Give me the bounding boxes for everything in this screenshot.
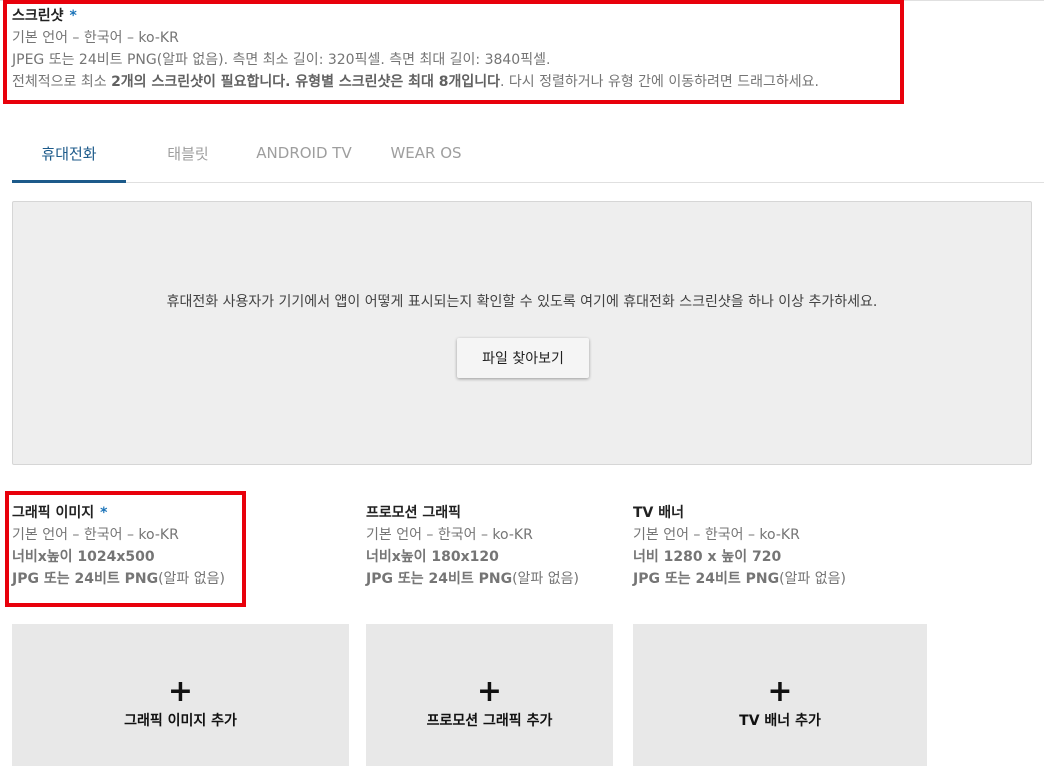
dropzone-message: 휴대전화 사용자가 기기에서 앱이 어떻게 표시되는지 확인할 수 있도록 여기…	[166, 294, 878, 310]
promo-graphic-title: 프로모션 그래픽	[366, 505, 462, 521]
screenshots-title: 스크린샷 *	[12, 5, 77, 25]
add-feature-graphic-label: 그래픽 이미지 추가	[124, 713, 237, 729]
promo-graphic-size: 너비x높이 180x120	[366, 549, 499, 565]
tv-banner-size: 너비 1280 x 높이 720	[633, 549, 782, 565]
add-feature-graphic-tile[interactable]: + 그래픽 이미지 추가	[12, 624, 349, 766]
browse-files-button[interactable]: 파일 찾아보기	[457, 338, 589, 378]
format-suffix: (알파 없음)	[158, 571, 225, 587]
feature-graphic-title: 그래픽 이미지 *	[12, 502, 107, 522]
tab-android-tv[interactable]: ANDROID TV	[242, 124, 366, 182]
format-prefix: JPG 또는	[366, 571, 429, 587]
add-promo-graphic-label: 프로모션 그래픽 추가	[426, 713, 553, 729]
screenshots-title-text: 스크린샷	[12, 8, 64, 24]
feature-graphic-format: JPG 또는 24비트 PNG(알파 없음)	[12, 568, 225, 588]
feature-graphic-size: 너비x높이 1024x500	[12, 549, 155, 565]
tv-banner-format: JPG 또는 24비트 PNG(알파 없음)	[633, 568, 846, 588]
promo-graphic-format: JPG 또는 24비트 PNG(알파 없음)	[366, 568, 579, 588]
plus-icon: +	[476, 674, 503, 709]
format-bold: 24비트 PNG	[695, 571, 780, 587]
top-divider	[0, 0, 1044, 1]
rule-prefix: 전체적으로 최소	[12, 74, 112, 90]
format-suffix: (알파 없음)	[779, 571, 846, 587]
add-tv-banner-label: TV 배너 추가	[739, 713, 821, 729]
format-suffix: (알파 없음)	[512, 571, 579, 587]
plus-icon: +	[167, 674, 194, 709]
format-prefix: JPG 또는	[633, 571, 696, 587]
screenshots-format-requirements: JPEG 또는 24비트 PNG(알파 없음). 측면 최소 길이: 320픽셀…	[12, 52, 551, 68]
screenshots-language: 기본 언어 – 한국어 – ko-KR	[12, 30, 179, 46]
promo-graphic-language: 기본 언어 – 한국어 – ko-KR	[366, 527, 533, 543]
add-tv-banner-tile[interactable]: + TV 배너 추가	[633, 624, 927, 766]
plus-icon: +	[767, 674, 793, 709]
rule-bold: 2개의 스크린샷이 필요합니다. 유형별 스크린샷은 최대 8개입니다	[111, 74, 500, 90]
tab-wear-os[interactable]: WEAR OS	[380, 124, 472, 182]
screenshots-count-rule: 전체적으로 최소 2개의 스크린샷이 필요합니다. 유형별 스크린샷은 최대 8…	[12, 71, 819, 91]
tab-tablet[interactable]: 태블릿	[138, 124, 238, 182]
feature-graphic-language: 기본 언어 – 한국어 – ko-KR	[12, 527, 179, 543]
format-bold: 24비트 PNG	[428, 571, 513, 587]
add-promo-graphic-tile[interactable]: + 프로모션 그래픽 추가	[366, 624, 613, 766]
tabs-divider	[12, 182, 1044, 183]
required-star: *	[100, 505, 108, 521]
required-star: *	[69, 8, 77, 24]
feature-graphic-title-text: 그래픽 이미지	[12, 505, 95, 521]
format-prefix: JPG 또는	[12, 571, 75, 587]
active-tab-indicator	[12, 180, 126, 183]
tab-phone[interactable]: 휴대전화	[12, 124, 126, 182]
device-tabs: 휴대전화 태블릿 ANDROID TV WEAR OS	[12, 124, 1044, 183]
screenshot-dropzone[interactable]: 휴대전화 사용자가 기기에서 앱이 어떻게 표시되는지 확인할 수 있도록 여기…	[12, 201, 1032, 465]
tv-banner-language: 기본 언어 – 한국어 – ko-KR	[633, 527, 800, 543]
tv-banner-title: TV 배너	[633, 505, 685, 521]
format-bold: 24비트 PNG	[74, 571, 159, 587]
store-listing-graphics-page: 스크린샷 * 기본 언어 – 한국어 – ko-KR JPEG 또는 24비트 P…	[0, 0, 1044, 766]
rule-suffix: . 다시 정렬하거나 유형 간에 이동하려면 드래그하세요.	[500, 74, 819, 90]
